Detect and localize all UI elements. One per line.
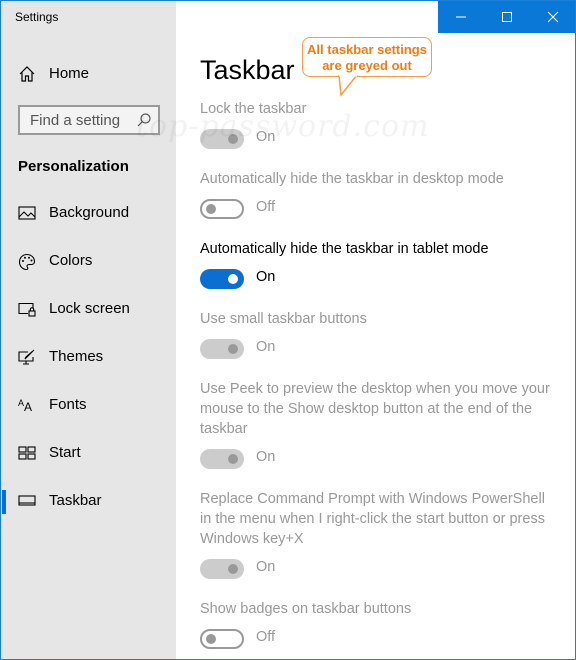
peek-toggle[interactable] xyxy=(200,449,244,469)
setting-lock-taskbar: Lock the taskbar On xyxy=(200,99,550,151)
main-content: Taskbar Lock the taskbar On Automaticall… xyxy=(176,1,575,659)
setting-label: Use small taskbar buttons xyxy=(200,311,367,327)
setting-label: Use Peek to preview the desktop when you… xyxy=(200,381,550,437)
page-title: Taskbar xyxy=(200,55,295,85)
sidebar-item-label: Colors xyxy=(49,252,93,269)
home-icon xyxy=(18,65,36,83)
app-title: Settings xyxy=(15,10,59,24)
toggle-state: On xyxy=(256,339,276,355)
setting-peek: Use Peek to preview the desktop when you… xyxy=(200,379,550,471)
sidebar-home[interactable]: Home xyxy=(1,59,176,89)
setting-label: Show badges on taskbar buttons xyxy=(200,601,412,617)
search-box[interactable] xyxy=(18,105,160,135)
sidebar-item-taskbar[interactable]: Taskbar xyxy=(1,481,176,521)
setting-badges: Show badges on taskbar buttons Off xyxy=(200,599,550,651)
sidebar-item-label: Start xyxy=(49,444,81,461)
sidebar-item-label: Themes xyxy=(49,348,104,365)
sidebar-item-label: Fonts xyxy=(49,396,87,413)
setting-autohide-desktop: Automatically hide the taskbar in deskto… xyxy=(200,169,550,221)
setting-label: Automatically hide the taskbar in tablet… xyxy=(200,241,489,257)
small-buttons-toggle[interactable] xyxy=(200,339,244,359)
fonts-icon: AA xyxy=(18,397,36,414)
start-icon xyxy=(18,445,36,461)
svg-text:A: A xyxy=(24,400,32,413)
sidebar-item-label: Taskbar xyxy=(49,492,102,509)
toggle-state: On xyxy=(256,559,276,575)
toggle-state: Off xyxy=(256,199,276,215)
callout-tail xyxy=(338,75,358,97)
active-indicator xyxy=(2,490,6,514)
palette-icon xyxy=(18,253,36,271)
themes-icon xyxy=(18,349,36,365)
lock-taskbar-toggle[interactable] xyxy=(200,129,244,149)
sidebar-item-start[interactable]: Start xyxy=(1,433,176,473)
search-icon[interactable] xyxy=(136,112,152,128)
powershell-toggle[interactable] xyxy=(200,559,244,579)
annotation-callout: All taskbar settings are greyed out xyxy=(302,37,432,77)
toggle-state: On xyxy=(256,269,276,285)
toggle-state: On xyxy=(256,449,276,465)
sidebar-item-background[interactable]: Background xyxy=(1,193,176,233)
sidebar: Settings Home Personalization Background xyxy=(1,1,176,659)
sidebar-item-label: Background xyxy=(49,204,130,221)
setting-label: Lock the taskbar xyxy=(200,101,307,117)
sidebar-item-themes[interactable]: Themes xyxy=(1,337,176,377)
setting-label: Replace Command Prompt with Windows Powe… xyxy=(200,491,545,547)
setting-small-buttons: Use small taskbar buttons On xyxy=(200,309,550,361)
sidebar-item-colors[interactable]: Colors xyxy=(1,241,176,281)
setting-autohide-tablet: Automatically hide the taskbar in tablet… xyxy=(200,239,550,291)
setting-powershell: Replace Command Prompt with Windows Powe… xyxy=(200,489,550,581)
setting-label: Automatically hide the taskbar in deskto… xyxy=(200,171,504,187)
taskbar-icon xyxy=(18,493,36,509)
toggle-state: On xyxy=(256,129,276,145)
sidebar-item-fonts[interactable]: AA Fonts xyxy=(1,385,176,425)
autohide-tablet-toggle[interactable] xyxy=(200,269,244,289)
sidebar-item-lock-screen[interactable]: Lock screen xyxy=(1,289,176,329)
autohide-desktop-toggle[interactable] xyxy=(200,199,244,219)
badges-toggle[interactable] xyxy=(200,629,244,649)
section-heading: Personalization xyxy=(18,158,129,175)
callout-line-2: are greyed out xyxy=(322,58,412,73)
toggle-state: Off xyxy=(256,629,276,645)
picture-icon xyxy=(18,205,36,221)
callout-line-1: All taskbar settings xyxy=(307,42,427,57)
sidebar-item-label: Lock screen xyxy=(49,300,130,317)
search-input[interactable] xyxy=(20,107,130,133)
settings-window: Settings Home Personalization Background xyxy=(0,0,576,660)
lock-screen-icon xyxy=(18,301,36,317)
home-label: Home xyxy=(49,65,90,82)
